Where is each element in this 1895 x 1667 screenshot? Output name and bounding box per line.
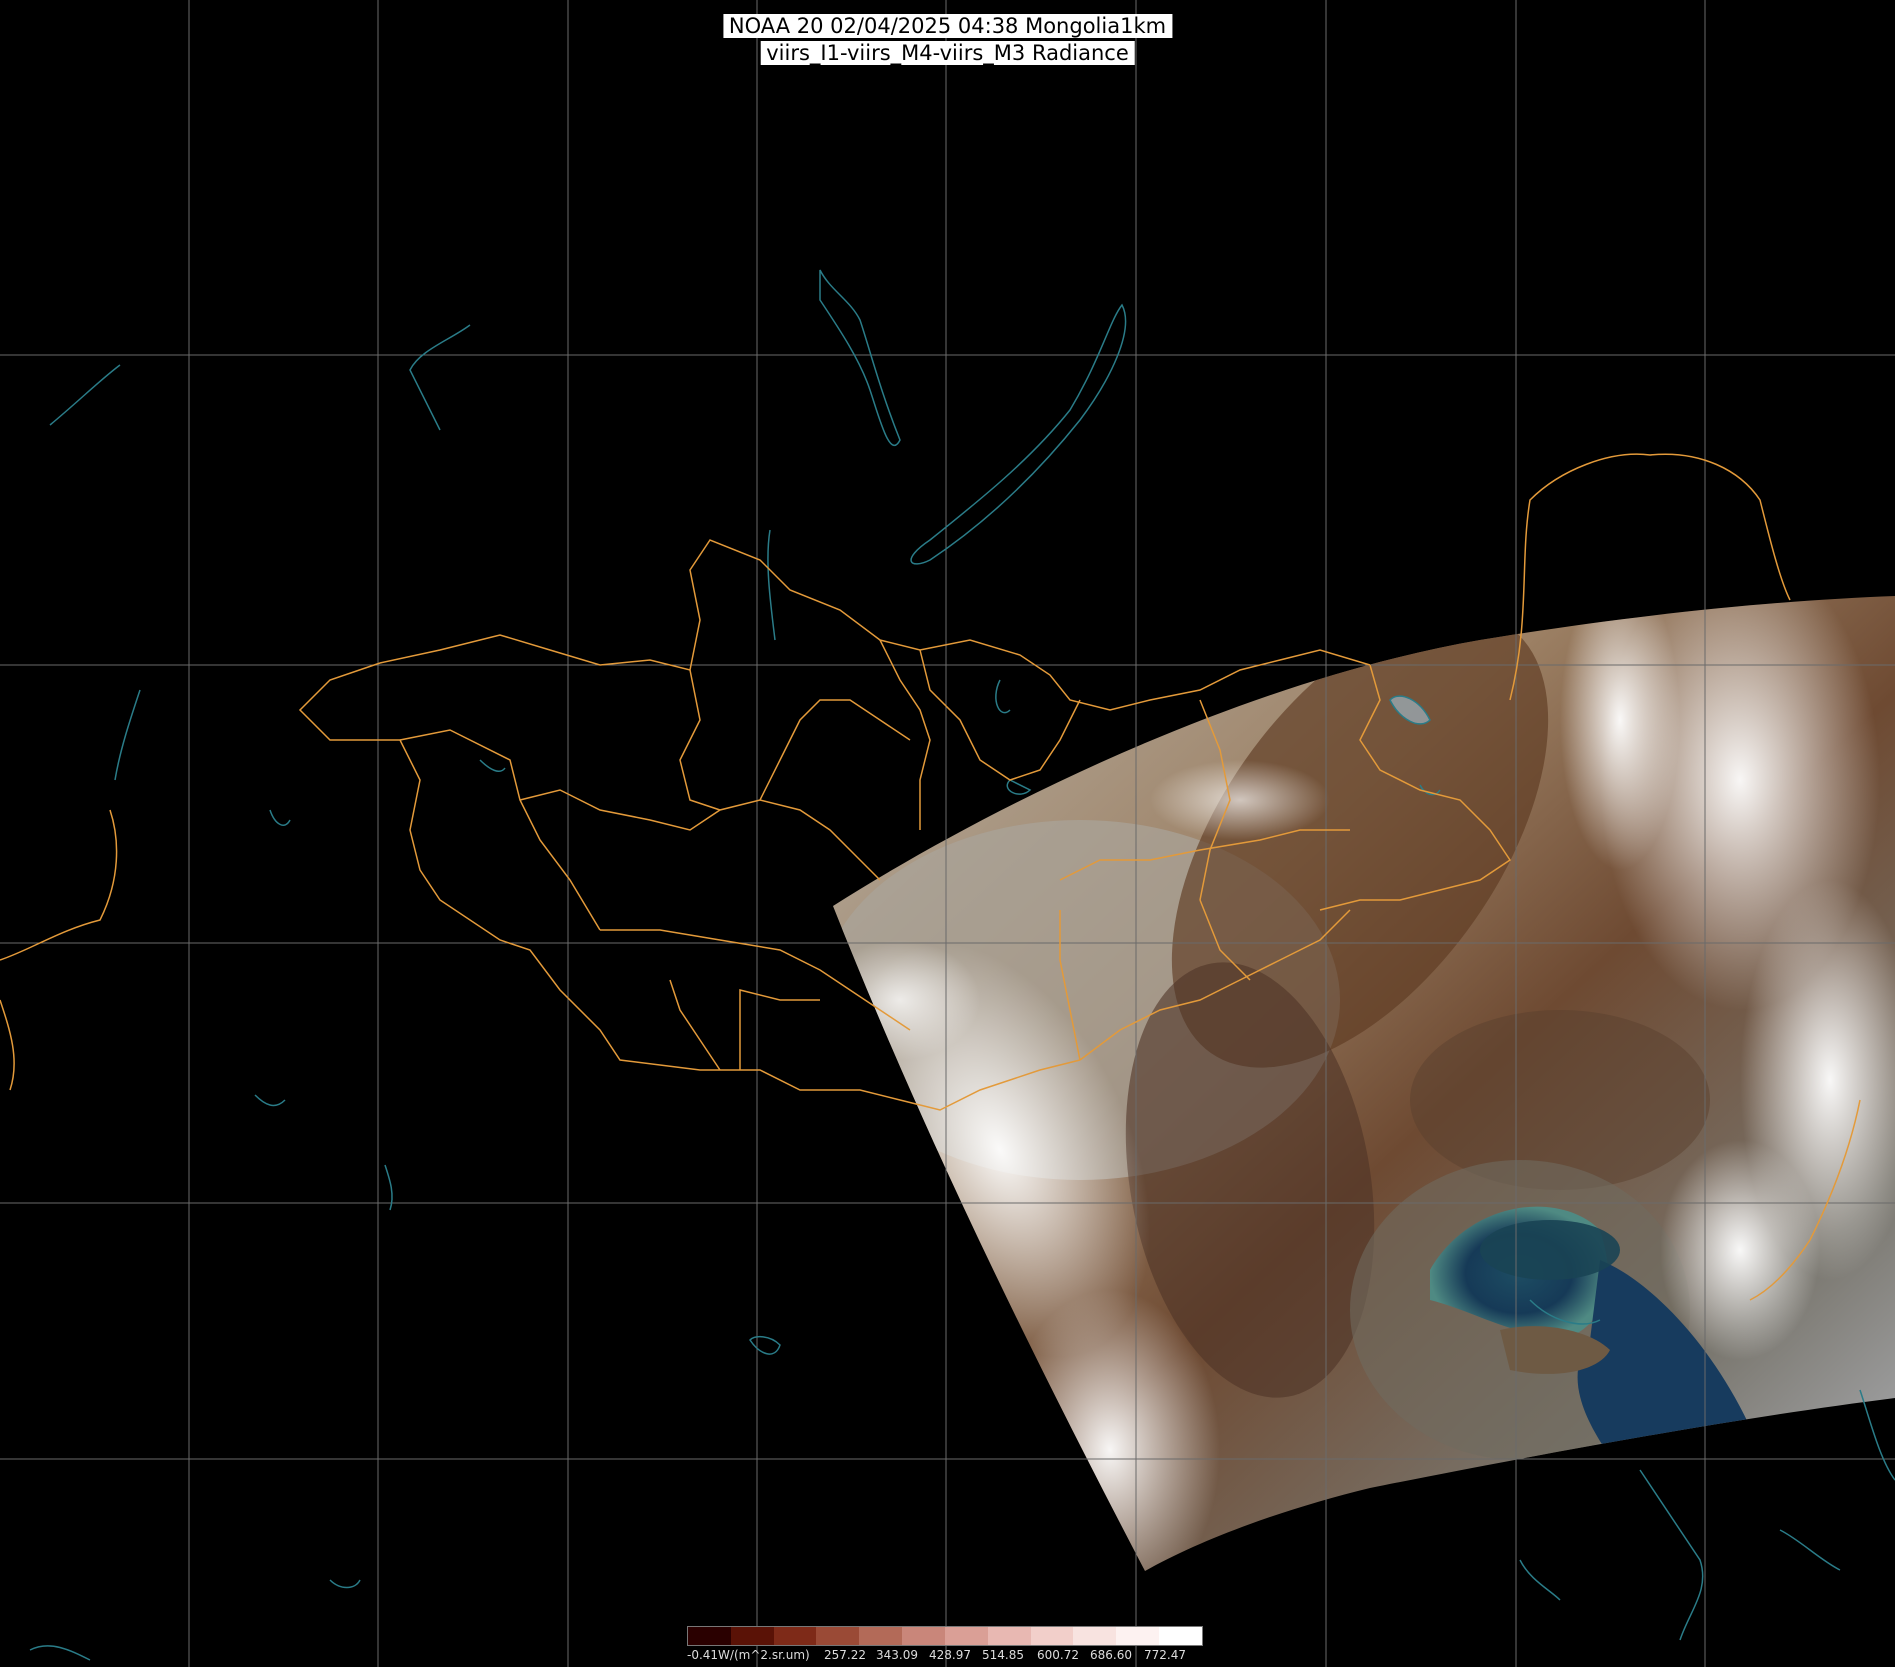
- legend-unit-label: -0.41W/(m^2.sr.um): [687, 1648, 810, 1662]
- title-line-2: viirs_I1-viirs_M4-viirs_M3 Radiance: [760, 41, 1135, 65]
- legend-tick: 772.47: [1144, 1648, 1186, 1662]
- legend-tick: 514.85: [982, 1648, 1024, 1662]
- color-scale-segment: [816, 1627, 860, 1645]
- legend-tick: 600.72: [1037, 1648, 1079, 1662]
- color-scale-segment: [1073, 1627, 1117, 1645]
- legend-tick: 343.09: [876, 1648, 918, 1662]
- color-scale-legend: -0.41W/(m^2.sr.um) 257.22 343.09 428.97 …: [687, 1626, 1203, 1664]
- color-scale-segment: [773, 1627, 817, 1645]
- color-scale-segment: [944, 1627, 988, 1645]
- title-line-1: NOAA 20 02/04/2025 04:38 Mongolia1km: [722, 14, 1173, 38]
- legend-tick: 428.97: [929, 1648, 971, 1662]
- color-scale-segment: [688, 1627, 731, 1645]
- color-scale-segment: [1116, 1627, 1160, 1645]
- legend-tick: 686.60: [1090, 1648, 1132, 1662]
- color-scale-labels: -0.41W/(m^2.sr.um) 257.22 343.09 428.97 …: [687, 1648, 1203, 1664]
- color-scale-segment: [730, 1627, 774, 1645]
- color-scale-segment: [902, 1627, 945, 1645]
- legend-tick: 257.22: [824, 1648, 866, 1662]
- color-scale-segment: [859, 1627, 903, 1645]
- color-scale-segment: [1030, 1627, 1074, 1645]
- color-scale-bar: [687, 1626, 1203, 1646]
- satellite-map: [0, 0, 1895, 1667]
- color-scale-segment: [1159, 1627, 1202, 1645]
- color-scale-segment: [987, 1627, 1031, 1645]
- satellite-swath: [833, 596, 1895, 1571]
